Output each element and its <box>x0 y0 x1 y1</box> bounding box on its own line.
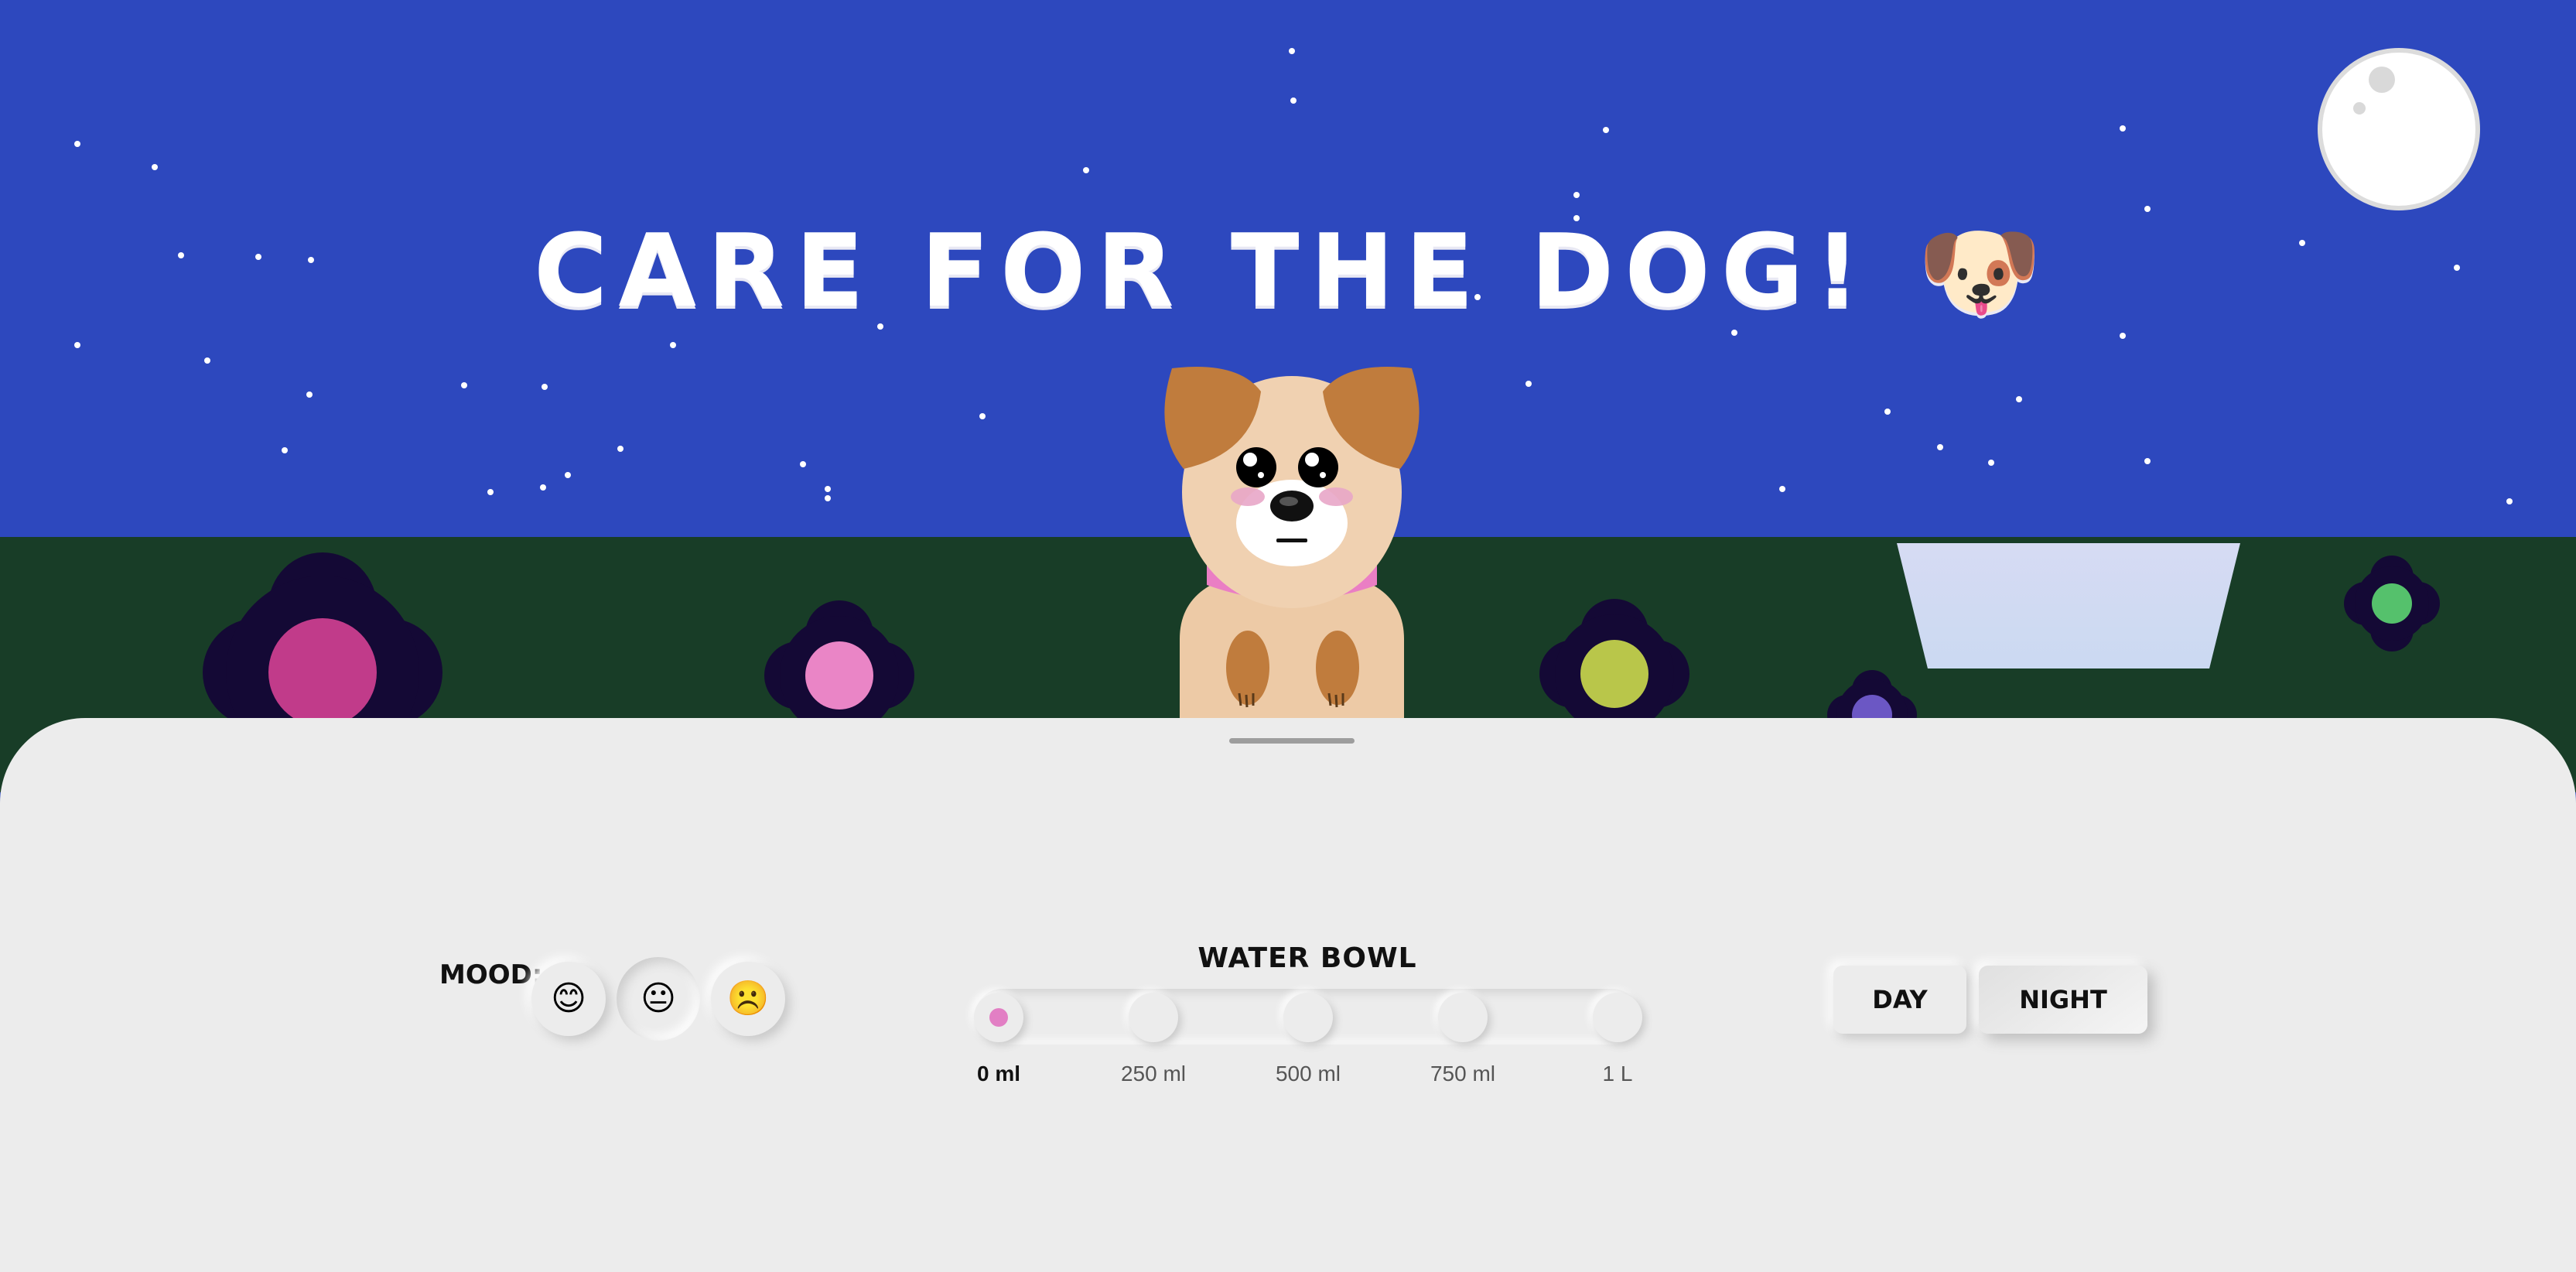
mood-happy-button[interactable]: 😊 <box>531 962 606 1036</box>
star <box>74 141 80 147</box>
star <box>800 461 806 467</box>
water-stop-500[interactable] <box>1283 993 1333 1042</box>
star <box>461 382 467 388</box>
star <box>979 413 986 419</box>
day-button[interactable]: DAY <box>1833 966 1966 1034</box>
happy-face-icon: 😊 <box>551 979 586 1018</box>
star <box>542 384 548 390</box>
water-bowl-graphic <box>1897 543 2240 668</box>
dog-face-icon: 🐶 <box>1917 212 2042 330</box>
dog-nose <box>1270 491 1314 521</box>
star <box>670 342 676 348</box>
star <box>1573 192 1580 198</box>
star <box>152 164 158 170</box>
water-stop-250[interactable] <box>1129 993 1178 1042</box>
moon-crater <box>2353 102 2366 115</box>
star <box>2506 498 2513 504</box>
sad-face-icon: ☹️ <box>726 979 770 1018</box>
dog-paw-right <box>1316 631 1359 705</box>
water-option-label: 500 ml <box>1275 1062 1341 1086</box>
water-bowl-title: WATER BOWL <box>1197 942 1417 974</box>
night-button[interactable]: NIGHT <box>1979 966 2147 1034</box>
water-stop-1l[interactable] <box>1593 993 1642 1042</box>
water-option-label: 0 ml <box>976 1062 1021 1086</box>
star <box>204 357 210 364</box>
star <box>2144 458 2151 464</box>
star <box>825 495 831 501</box>
star <box>1603 127 1609 133</box>
star <box>1289 48 1295 54</box>
page-title: CARE FOR THE DOG! 🐶 <box>0 209 2576 333</box>
water-option-label: 750 ml <box>1430 1062 1496 1086</box>
star <box>1779 486 1785 492</box>
star <box>1083 167 1089 173</box>
dog[interactable] <box>1137 361 1447 724</box>
star <box>2016 396 2022 402</box>
water-stop-0[interactable] <box>974 993 1023 1042</box>
star <box>306 392 313 398</box>
star <box>487 489 494 495</box>
flower <box>2344 556 2440 651</box>
moon-crater <box>2369 67 2395 93</box>
star <box>540 484 546 491</box>
star <box>1937 444 1943 450</box>
night-button-label: NIGHT <box>2019 985 2107 1014</box>
star <box>565 472 571 478</box>
dog-paw-left <box>1226 631 1269 705</box>
star <box>2120 125 2126 132</box>
panel-drag-handle[interactable] <box>1229 738 1355 744</box>
water-option-label: 250 ml <box>1120 1062 1187 1086</box>
star <box>617 446 624 452</box>
moon <box>2318 48 2480 210</box>
day-button-label: DAY <box>1872 985 1928 1014</box>
star <box>825 486 831 492</box>
star <box>1290 97 1297 104</box>
water-stop-750[interactable] <box>1438 993 1488 1042</box>
star <box>1884 409 1891 415</box>
star <box>1988 460 1994 466</box>
mood-neutral-button[interactable]: 😐 <box>617 957 700 1041</box>
neutral-face-icon: 😐 <box>641 979 676 1018</box>
star <box>74 342 80 348</box>
water-option-label: 1 L <box>1602 1062 1633 1086</box>
page-title-text: CARE FOR THE DOG! <box>534 212 1871 330</box>
star <box>282 447 288 453</box>
star <box>2120 333 2126 339</box>
mood-sad-button[interactable]: ☹️ <box>711 962 785 1036</box>
star <box>1525 381 1532 387</box>
mood-label: MOOD: <box>439 959 543 990</box>
